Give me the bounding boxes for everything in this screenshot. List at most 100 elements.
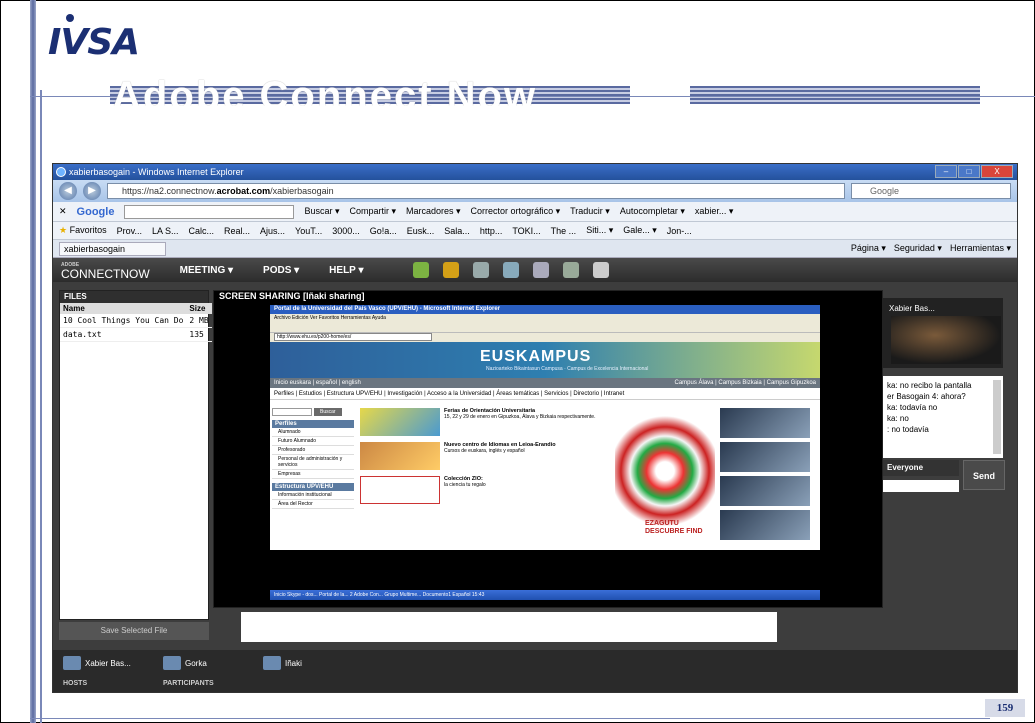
maximize-button[interactable]: □	[958, 165, 980, 178]
fav-item[interactable]: YouT...	[295, 226, 322, 236]
list-item: Área del Rector	[272, 500, 354, 509]
fav-item[interactable]: 3000...	[332, 226, 360, 236]
chat-message: ka: no recibo la pantalla	[887, 381, 972, 390]
fav-item[interactable]: Ajus...	[260, 226, 285, 236]
logo-dot	[66, 14, 74, 22]
back-icon[interactable]: ◀	[59, 182, 77, 200]
shared-menu: Archivo Edición Ver Favoritos Herramient…	[270, 314, 820, 322]
fav-item[interactable]: LA S...	[152, 226, 179, 236]
gt-item[interactable]: Marcadores ▾	[406, 206, 461, 217]
screen-share-title: SCREEN SHARING [Iñaki sharing]	[219, 291, 365, 301]
help-menu[interactable]: HELP ▾	[329, 265, 363, 276]
search-field[interactable]: Google	[851, 183, 1011, 199]
favorites-button[interactable]: ★ Favoritos	[59, 225, 107, 236]
favorites-bar: ★ Favoritos Prov... LA S... Calc... Real…	[53, 222, 1017, 240]
pods-menu[interactable]: PODS ▾	[263, 265, 299, 276]
note-pod	[241, 612, 777, 642]
minimize-button[interactable]: –	[935, 165, 957, 178]
chat-message: er Basogain 4: ahora?	[887, 392, 966, 401]
fav-item[interactable]: Go!a...	[370, 226, 397, 236]
add-user-icon[interactable]	[413, 262, 430, 278]
close-toolbar-icon[interactable]: ✕	[59, 206, 67, 217]
attach-icon[interactable]	[473, 262, 490, 278]
slide-decoration-line	[40, 90, 42, 723]
fav-item[interactable]: The ...	[551, 226, 577, 236]
gt-item[interactable]: Corrector ortográfico ▾	[471, 206, 561, 217]
gt-item[interactable]: Autocompletar ▾	[620, 206, 685, 217]
news-item: Ferias de Orientación Universitaria 15, 2…	[360, 408, 610, 436]
fav-item[interactable]: Eusk...	[407, 226, 435, 236]
window-title: xabierbasogain - Windows Internet Explor…	[69, 167, 244, 177]
security-menu[interactable]: Seguridad ▾	[894, 243, 942, 254]
fav-item[interactable]: TOKI...	[512, 226, 540, 236]
fav-item[interactable]: http...	[480, 226, 503, 236]
chat-pod: ka: no recibo la pantalla er Basogain 4:…	[883, 376, 1003, 458]
ivsa-logo: IVSA	[48, 22, 140, 63]
attendee-bar: Xabier Bas... Gorka Iñaki HOSTS PARTICIP…	[53, 650, 1017, 692]
fav-item[interactable]: Calc...	[188, 226, 214, 236]
size-column-header[interactable]: Size	[186, 303, 212, 314]
page-menu[interactable]: Página ▾	[851, 243, 886, 254]
page-number: 159	[985, 699, 1025, 717]
google-search-input[interactable]	[124, 204, 295, 219]
gt-item[interactable]: Compartir ▾	[349, 206, 396, 217]
list-item: Empresas	[272, 470, 354, 479]
avatar	[63, 656, 81, 670]
shared-address: http://www.ehu.es/p200-home/es/	[270, 333, 820, 342]
share-screen-icon[interactable]	[443, 262, 460, 278]
files-pod-title: FILES	[60, 291, 208, 303]
name-column-header[interactable]: Name	[60, 303, 187, 314]
campaign-art: EZAGUTU DESCUBRE FIND	[615, 408, 715, 548]
chat-input[interactable]	[883, 480, 959, 492]
forward-icon[interactable]: ▶	[83, 182, 101, 200]
gt-item[interactable]: Traducir ▾	[570, 206, 610, 217]
fav-item[interactable]: Sala...	[444, 226, 470, 236]
shared-search-button: Buscar	[314, 408, 342, 416]
google-logo: Google	[76, 205, 115, 218]
file-name: 10 Cool Things You Can Do	[60, 314, 187, 328]
phone-icon[interactable]	[593, 262, 610, 278]
whiteboard-icon[interactable]	[503, 262, 520, 278]
title-band-right	[690, 86, 980, 104]
euskampus-logo: EUSKAMPUS	[480, 348, 592, 365]
chat-message: : no todavía	[887, 425, 929, 434]
fav-item[interactable]: Real...	[224, 226, 250, 236]
perfiles-heading: Perfiles	[272, 420, 354, 428]
shared-toolbar	[270, 322, 820, 333]
files-pod: FILES Name Size 10 Cool Things You Can D…	[59, 290, 212, 620]
chat-scrollbar[interactable]	[993, 380, 1001, 454]
file-size: 135	[186, 327, 212, 342]
news-item: Colección ZIO: la ciencia tu regalo	[360, 476, 610, 504]
fav-item[interactable]: Prov...	[117, 226, 142, 236]
table-row[interactable]: 10 Cool Things You Can Do 2 MB	[60, 314, 212, 328]
euskampus-subtitle: Nazioarteko Bikaintasun Campusa · Campus…	[486, 366, 649, 372]
send-button[interactable]: Send	[963, 460, 1005, 490]
star-icon: ★	[59, 225, 68, 235]
table-row[interactable]: data.txt 135	[60, 327, 212, 342]
list-item: Alumnado	[272, 428, 354, 437]
tools-menu[interactable]: Herramientas ▾	[950, 243, 1011, 254]
tab-active[interactable]: xabierbasogain	[59, 241, 167, 256]
meeting-menu[interactable]: MEETING ▾	[180, 265, 233, 276]
pen-icon[interactable]	[563, 262, 580, 278]
attendee-participant[interactable]: Iñaki	[263, 656, 302, 670]
fav-item[interactable]: Gale... ▾	[623, 225, 657, 236]
participants-label: PARTICIPANTS	[163, 680, 214, 687]
save-selected-file-button[interactable]: Save Selected File	[59, 622, 209, 640]
fav-item[interactable]: Jon-...	[667, 226, 692, 236]
gt-item[interactable]: Buscar ▾	[304, 206, 339, 217]
euskampus-banner: EUSKAMPUS Nazioarteko Bikaintasun Campus…	[270, 342, 820, 378]
address-field[interactable]: https://na2.connectnow.acrobat.com/xabie…	[107, 183, 845, 199]
gt-item[interactable]: xabier... ▾	[695, 206, 734, 217]
chat-controls: Everyone Send	[883, 460, 1011, 496]
search-icon[interactable]	[533, 262, 550, 278]
file-name: data.txt	[60, 327, 187, 342]
close-button[interactable]: X	[981, 165, 1013, 178]
fav-item[interactable]: Siti... ▾	[586, 225, 613, 236]
attendee-host[interactable]: Xabier Bas...	[63, 656, 131, 670]
attendee-participant[interactable]: Gorka	[163, 656, 207, 670]
avatar	[163, 656, 181, 670]
list-item: Personal de administración y servicios	[272, 455, 354, 470]
chat-message: ka: todavía no	[887, 403, 938, 412]
recipient-select[interactable]: Everyone	[883, 460, 959, 476]
